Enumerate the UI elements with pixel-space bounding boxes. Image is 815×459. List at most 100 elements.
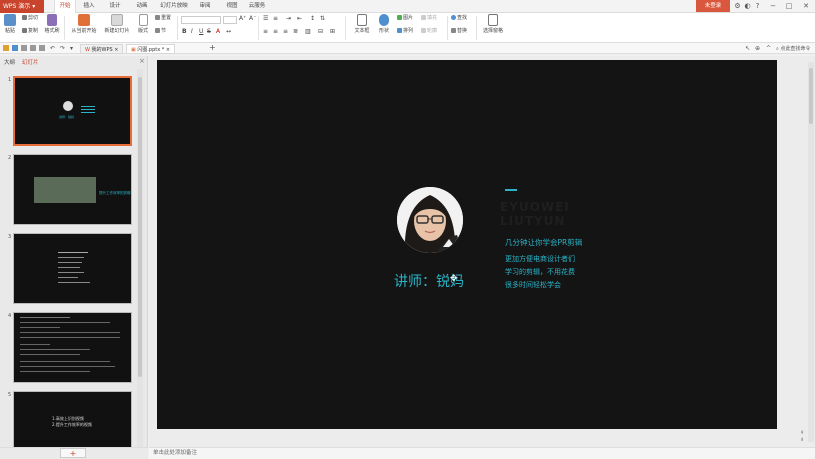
- section-button[interactable]: 节: [155, 28, 166, 35]
- outdent-icon[interactable]: ⇤: [297, 15, 302, 22]
- grow-font-button[interactable]: A⁺: [239, 15, 246, 22]
- textbox-button[interactable]: 文本框: [350, 14, 374, 34]
- tab-design[interactable]: 设计: [104, 0, 126, 13]
- find-button[interactable]: 查找: [451, 15, 467, 22]
- bold-button[interactable]: B: [182, 28, 187, 35]
- slide-thumbnail-3[interactable]: [13, 233, 132, 304]
- shape-button[interactable]: 形状: [375, 14, 393, 34]
- redo-icon[interactable]: ↷: [60, 45, 66, 52]
- canvas-scrollbar[interactable]: [808, 62, 814, 442]
- close-tab-icon[interactable]: ×: [166, 47, 170, 53]
- export-icon[interactable]: [39, 45, 45, 51]
- skin-icon[interactable]: ◐: [743, 0, 752, 12]
- underline-button[interactable]: U: [199, 28, 203, 35]
- scrollbar-thumb[interactable]: [138, 77, 142, 377]
- tab-slideshow[interactable]: 幻灯片放映: [157, 0, 191, 13]
- columns-icon[interactable]: ▥: [305, 28, 311, 35]
- reset-button[interactable]: 重置: [155, 15, 171, 22]
- tab-review[interactable]: 审阅: [194, 0, 216, 13]
- picture-button[interactable]: 图片: [397, 15, 413, 22]
- doc-tab-current[interactable]: ▣ 闪图.pptx * ×: [126, 44, 176, 54]
- description-line[interactable]: 学习的剪辑，不用花费: [505, 267, 575, 277]
- line-spacing-icon[interactable]: ↕: [310, 15, 315, 22]
- tab-home[interactable]: 开始: [54, 0, 76, 13]
- slide-thumbnail-5[interactable]: 1.高效上识别视频 2.提升工作效率的视频: [13, 391, 132, 447]
- description-line[interactable]: 更加方便电商设计者们: [505, 254, 575, 264]
- help-icon[interactable]: ?: [753, 0, 762, 12]
- print-icon[interactable]: [21, 45, 27, 51]
- minimize-icon[interactable]: −: [766, 0, 780, 12]
- command-search[interactable]: ⌕ 点此查找命令: [776, 45, 810, 52]
- tab-outline[interactable]: 大纲: [4, 58, 15, 66]
- accent-dash: [505, 189, 517, 191]
- indent-icon[interactable]: ⇥: [286, 15, 291, 22]
- replace-button[interactable]: 替换: [451, 28, 467, 35]
- tab-animation[interactable]: 动画: [131, 0, 153, 13]
- italic-button[interactable]: I: [191, 28, 193, 35]
- close-icon[interactable]: ✕: [799, 0, 813, 12]
- tab-insert[interactable]: 插入: [79, 0, 99, 13]
- font-color-icon[interactable]: A: [216, 28, 220, 35]
- undo-icon[interactable]: ↶: [50, 45, 56, 52]
- text-direction-icon[interactable]: ⇅: [320, 15, 325, 22]
- outline-button[interactable]: 轮廓: [421, 28, 437, 35]
- settings-icon[interactable]: ⚙: [733, 0, 742, 12]
- prev-slide-icon[interactable]: ⇞: [800, 430, 804, 436]
- notes-pane[interactable]: 单击此处添加备注: [149, 447, 815, 459]
- pptx-icon: ▣: [131, 47, 136, 53]
- close-pane-icon[interactable]: ×: [139, 57, 145, 65]
- fill-button[interactable]: 填充: [421, 15, 437, 22]
- font-name-field[interactable]: [181, 16, 221, 24]
- align-center-icon[interactable]: ≡: [273, 28, 278, 35]
- char-spacing-icon[interactable]: ↔: [226, 28, 231, 35]
- new-slide-button[interactable]: 新建幻灯片: [102, 14, 132, 34]
- login-button[interactable]: 未登录: [696, 0, 730, 12]
- justify-icon[interactable]: ≣: [293, 28, 298, 35]
- next-slide-icon[interactable]: ⇟: [800, 437, 804, 443]
- layout-button[interactable]: 版式: [135, 14, 151, 34]
- slide-thumbnail-2[interactable]: 提升工作效率的剪辑: [13, 154, 132, 225]
- bullets-icon[interactable]: ☰: [263, 15, 268, 22]
- slide-thumbnail-4[interactable]: [13, 312, 132, 383]
- align-right-icon[interactable]: ≡: [283, 28, 288, 35]
- pointer-icon[interactable]: ↖: [745, 45, 751, 52]
- cut-button[interactable]: 剪切: [22, 15, 38, 22]
- strikethrough-button[interactable]: S: [207, 28, 211, 35]
- doc-tab-mywps[interactable]: W 我的WPS ×: [80, 44, 124, 54]
- add-slide-button[interactable]: +: [60, 448, 86, 458]
- tab-view[interactable]: 视图: [221, 0, 243, 13]
- tab-slides[interactable]: 幻灯片: [22, 58, 39, 66]
- copy-button[interactable]: 复制: [22, 28, 38, 35]
- smartart-icon[interactable]: ⊞: [330, 28, 335, 35]
- current-slide[interactable]: 讲师：锐妈 ✥ EYUOWEI LIUTYUN 几分钟让你学会PR剪辑 更加方便…: [157, 60, 777, 429]
- close-tab-icon[interactable]: ×: [114, 47, 118, 53]
- shrink-font-button[interactable]: A⁻: [249, 15, 256, 22]
- fill-icon: [421, 15, 426, 20]
- app-menu-button[interactable]: WPS 演示 ▾: [0, 0, 44, 13]
- customize-icon[interactable]: ▾: [70, 45, 76, 52]
- font-size-field[interactable]: [223, 16, 237, 24]
- selection-pane-button[interactable]: 选择窗格: [480, 14, 506, 34]
- slide-subtitle[interactable]: 几分钟让你学会PR剪辑: [505, 237, 582, 248]
- lecturer-photo[interactable]: [397, 187, 463, 253]
- description-line[interactable]: 很多时间轻松学会: [505, 280, 561, 290]
- slide-thumbnail-1[interactable]: 讲师：锐妈: [13, 76, 132, 146]
- play-from-current-button[interactable]: 从当前开始: [68, 14, 100, 34]
- share-icon[interactable]: ⊕: [755, 45, 761, 52]
- tab-cloud[interactable]: 云服务: [245, 0, 269, 13]
- scrollbar-thumb[interactable]: [809, 68, 813, 124]
- collapse-icon[interactable]: ^: [766, 45, 772, 52]
- preview-icon[interactable]: [30, 45, 36, 51]
- numbering-icon[interactable]: ≡: [273, 15, 278, 22]
- format-painter-label: 格式刷: [44, 28, 60, 34]
- thumbnail-scrollbar[interactable]: [137, 69, 143, 447]
- open-icon[interactable]: [3, 45, 9, 51]
- format-painter-button[interactable]: 格式刷: [42, 14, 62, 34]
- align-left-icon[interactable]: ≡: [263, 28, 268, 35]
- new-tab-icon[interactable]: +: [209, 43, 216, 52]
- align-text-icon[interactable]: ⊟: [318, 28, 323, 35]
- save-icon[interactable]: [12, 45, 18, 51]
- arrange-button[interactable]: 排列: [397, 28, 413, 35]
- paste-button[interactable]: 粘贴: [2, 14, 18, 34]
- maximize-icon[interactable]: □: [782, 0, 796, 12]
